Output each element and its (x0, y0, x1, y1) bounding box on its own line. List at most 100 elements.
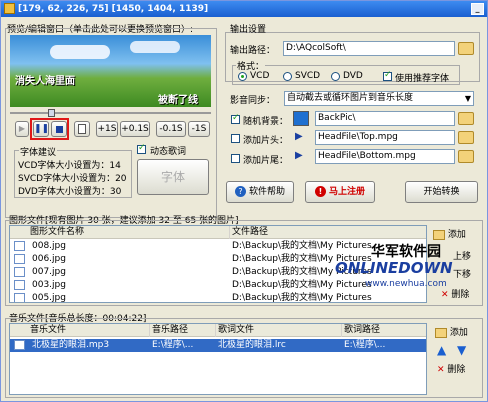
music-delete-button[interactable]: ✕ 删除 (437, 362, 465, 375)
random-bg-label: 随机背景： (243, 117, 289, 127)
page-icon (78, 124, 86, 134)
plus-01s-button[interactable]: +0.1S (120, 121, 150, 137)
font-button[interactable]: 字体 (137, 159, 209, 195)
music-list[interactable]: 音乐文件 音乐路径 歌词文件 歌词路径 北极星的眼泪.mp3 E:\程序\...… (9, 323, 427, 395)
minus-1s-button[interactable]: -1S (188, 121, 210, 137)
head-label: 添加片头： (243, 136, 289, 146)
format-dvd-label: DVD (343, 71, 363, 81)
watermark-url: www.newhua.com (365, 279, 447, 289)
dynamic-lyrics-label: 动态歌词 (150, 147, 187, 157)
arrow-up-icon[interactable]: ▲ (437, 343, 446, 357)
image-file-icon (14, 241, 25, 251)
column-header-music[interactable]: 音乐文件 (10, 324, 150, 337)
cell-name: 003.jpg (32, 280, 66, 290)
stop-button[interactable] (51, 121, 67, 137)
window-title: [179, 62, 226, 75] [1450, 1404, 1139] (18, 4, 209, 14)
head-input[interactable]: HeadFile\Top.mpg (315, 130, 455, 145)
image-file-icon (14, 267, 25, 277)
delete-icon: ✕ (437, 365, 445, 375)
font-suggest-dvd: DVD字体大小设置为：30 (18, 187, 122, 197)
play-small-icon[interactable]: ▶ (295, 150, 309, 164)
stop-icon (55, 126, 63, 133)
pause-icon: ❚❚ (34, 124, 50, 134)
preview-window[interactable]: 消失人海里面 被断了线 (10, 35, 211, 107)
format-radio-vcd[interactable] (238, 72, 247, 81)
cell-name: 005.jpg (32, 293, 66, 303)
register-icon: ! (314, 186, 326, 197)
column-header-music-path[interactable]: 音乐路径 (150, 324, 216, 337)
format-radio-dvd[interactable] (331, 72, 340, 81)
app-window: [179, 62, 226, 75] [1450, 1404, 1139] _ … (0, 0, 488, 402)
head-checkbox[interactable] (231, 134, 240, 143)
pause-button[interactable]: ❚❚ (33, 121, 49, 137)
image-delete-label: 删除 (451, 290, 470, 300)
sync-select[interactable]: 自动截去或循环图片到音乐长度 ▼ (284, 91, 474, 106)
random-bg-checkbox[interactable] (231, 113, 240, 124)
column-header-lyric[interactable]: 歌词文件 (216, 324, 342, 337)
play-icon: ▶ (18, 124, 26, 133)
folder-icon[interactable] (458, 112, 474, 125)
font-suggest-title: 字体建议 (19, 145, 58, 158)
cell-lyric-file: 北极星的眼泪.lrc (218, 340, 286, 350)
format-vcd-label: VCD (250, 71, 270, 81)
play-button[interactable]: ▶ (15, 121, 29, 137)
image-add-button[interactable]: 添加 (433, 227, 466, 240)
tail-label: 添加片尾： (243, 156, 289, 166)
minimize-button[interactable]: _ (471, 3, 484, 15)
music-add-button[interactable]: 添加 (435, 325, 468, 338)
image-file-icon (14, 280, 25, 290)
start-convert-button[interactable]: 开始转换 (405, 181, 478, 203)
image-down-label: 下移 (453, 270, 472, 280)
use-font-checkbox[interactable] (383, 70, 392, 81)
font-suggest-vcd: VCD字体大小设置为：14 (18, 161, 121, 171)
table-row[interactable]: 北极星的眼泪.mp3 E:\程序\... 北极星的眼泪.lrc E:\程序\..… (10, 339, 426, 352)
seek-thumb[interactable] (48, 109, 55, 117)
register-button-label: 马上注册 (328, 187, 365, 197)
register-button[interactable]: ! 马上注册 (305, 181, 375, 203)
image-move-down-button[interactable]: 下移 (453, 267, 471, 280)
cloud-shape (50, 45, 110, 59)
page-button[interactable] (74, 121, 90, 137)
help-button[interactable]: ? 软件帮助 (226, 181, 294, 203)
sync-select-value: 自动截去或循环图片到音乐长度 (287, 93, 414, 103)
watermark-logo: 华军软件园 ONLINEDOWN www.newhua.com (333, 241, 453, 297)
column-header-lyric-path[interactable]: 歌词路径 (342, 324, 426, 337)
music-delete-label: 删除 (447, 365, 466, 375)
help-icon: ? (234, 186, 246, 197)
output-path-label: 输出路径： (230, 46, 276, 56)
column-header-path[interactable]: 文件路径 (230, 226, 426, 239)
watermark-en: ONLINEDOWN (335, 259, 453, 277)
chevron-down-icon: ▼ (464, 94, 471, 103)
preview-lyric-right: 被断了线 (158, 95, 198, 106)
music-list-header: 音乐文件 音乐路径 歌词文件 歌词路径 (10, 324, 426, 337)
column-header-name[interactable]: 图形文件名称 (10, 226, 230, 239)
dynamic-lyrics-checkbox[interactable] (137, 143, 146, 154)
image-move-up-button[interactable]: 上移 (453, 249, 471, 262)
plus-1s-button[interactable]: +1S (96, 121, 118, 137)
random-bg-input[interactable]: BackPic\ (315, 111, 455, 126)
cell-music-file: 北极星的眼泪.mp3 (32, 340, 110, 350)
preview-lyric-left: 消失人海里面 (15, 76, 75, 87)
app-icon (4, 3, 15, 14)
image-file-icon (14, 293, 25, 302)
font-suggest-svcd: SVCD字体大小设置为：20 (18, 174, 127, 184)
cell-name: 006.jpg (32, 254, 66, 264)
format-svcd-label: SVCD (295, 71, 321, 81)
tail-checkbox[interactable] (231, 154, 240, 163)
bg-color-swatch[interactable] (293, 111, 309, 126)
seek-track (10, 112, 211, 114)
output-path-input[interactable]: D:\AQcolSoft\ (283, 41, 455, 56)
folder-icon[interactable] (458, 131, 474, 144)
arrow-down-icon[interactable]: ▼ (457, 343, 466, 357)
folder-add-icon (435, 327, 447, 338)
watermark-cn: 华军软件园 (371, 244, 441, 260)
music-add-label: 添加 (449, 328, 468, 338)
minus-01s-button[interactable]: -0.1S (156, 121, 186, 137)
play-small-icon[interactable]: ▶ (295, 131, 309, 145)
cell-music-path: E:\程序\... (152, 340, 194, 350)
format-radio-svcd[interactable] (283, 72, 292, 81)
folder-icon[interactable] (458, 150, 474, 163)
seek-bar[interactable] (10, 109, 211, 117)
tail-input[interactable]: HeadFile\Bottom.mpg (315, 149, 455, 164)
folder-icon[interactable] (458, 42, 474, 55)
